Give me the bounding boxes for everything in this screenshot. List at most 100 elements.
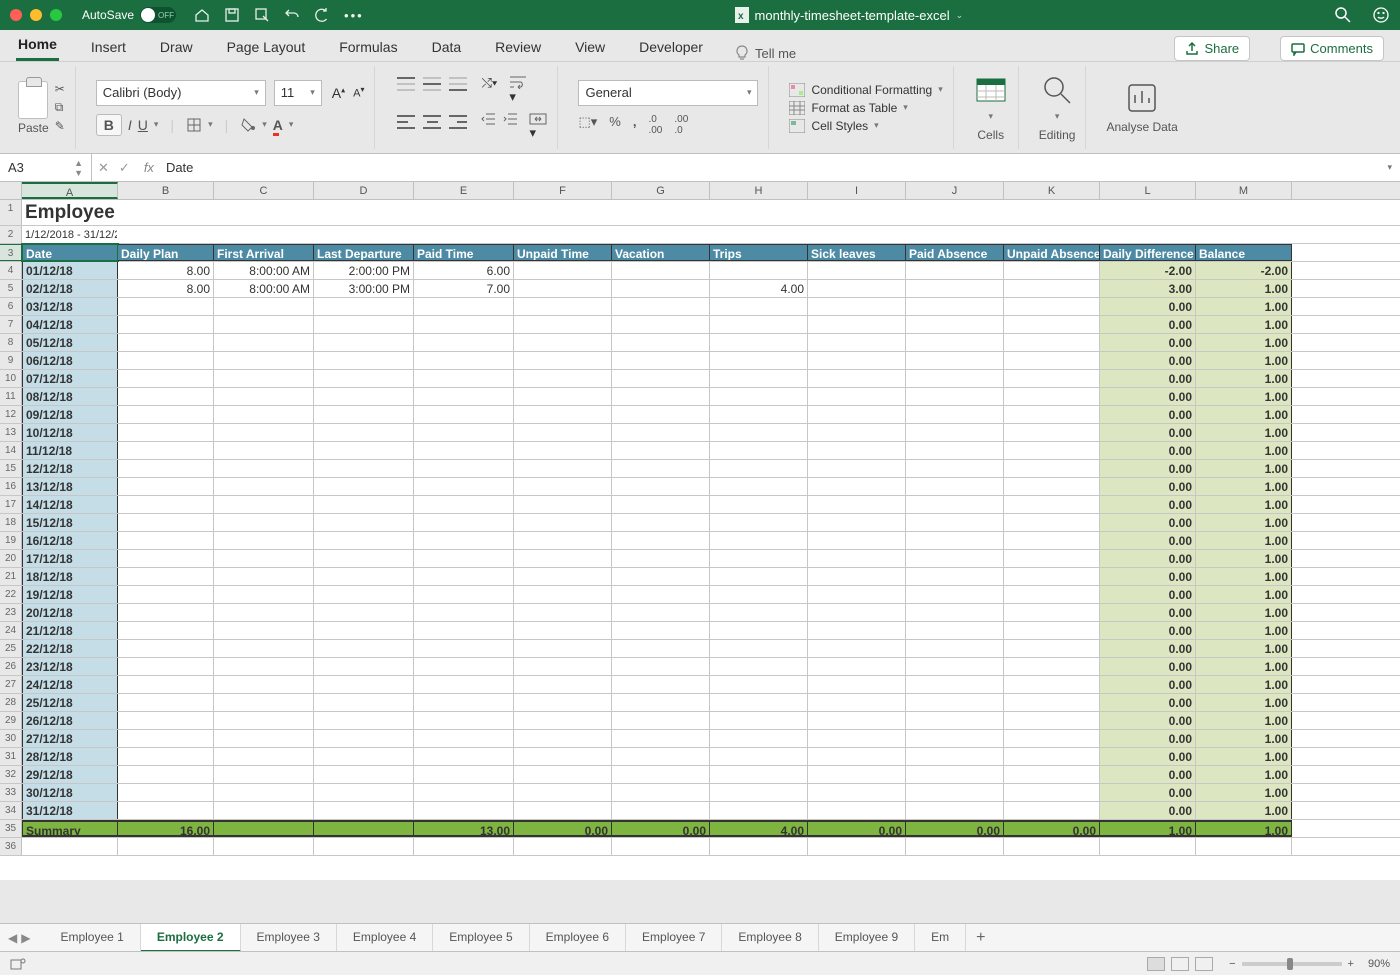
cell[interactable] [214,370,314,387]
cell[interactable] [906,352,1004,369]
cell[interactable] [710,388,808,405]
cell[interactable] [118,514,214,531]
column-header-F[interactable]: F [514,182,612,199]
cell[interactable]: 11/12/18 [22,442,118,459]
cell[interactable] [214,334,314,351]
cell[interactable]: 0.00 [1100,622,1196,639]
cell[interactable] [710,748,808,765]
formula-input[interactable]: Date [162,160,1388,175]
sheet-tab[interactable]: Em [915,924,966,952]
cell[interactable] [514,838,612,855]
cell[interactable] [710,568,808,585]
cell[interactable]: 0.00 [1100,406,1196,423]
cell[interactable] [710,200,808,225]
cell[interactable]: 17/12/18 [22,550,118,567]
cell[interactable] [214,622,314,639]
cell[interactable] [906,802,1004,819]
cell[interactable] [514,586,612,603]
cell[interactable] [118,442,214,459]
accept-formula-icon[interactable]: ✓ [119,160,130,176]
cell[interactable]: 10/12/18 [22,424,118,441]
row-header[interactable]: 20 [0,550,22,567]
cell[interactable] [710,802,808,819]
cell[interactable] [514,532,612,549]
cell[interactable] [314,550,414,567]
cell[interactable]: Summary [22,820,118,837]
column-header-C[interactable]: C [214,182,314,199]
cell[interactable] [808,748,906,765]
cell[interactable]: 0.00 [1100,694,1196,711]
cell[interactable] [906,586,1004,603]
cell[interactable] [514,766,612,783]
cell[interactable] [118,676,214,693]
cell[interactable]: 0.00 [1100,514,1196,531]
cell[interactable]: -2.00 [1196,262,1292,279]
cell[interactable]: 1.00 [1196,730,1292,747]
cell[interactable] [612,604,710,621]
cell[interactable] [414,514,514,531]
cell[interactable] [1004,766,1100,783]
cell[interactable] [1196,200,1292,225]
cell[interactable] [808,622,906,639]
cell[interactable] [118,622,214,639]
cell[interactable] [808,370,906,387]
cell[interactable] [1004,694,1100,711]
cell[interactable] [414,496,514,513]
cell[interactable]: 1.00 [1196,622,1292,639]
cell[interactable]: 1.00 [1196,334,1292,351]
cell[interactable] [214,424,314,441]
cell[interactable] [612,586,710,603]
cell[interactable] [314,802,414,819]
cell[interactable] [514,226,612,243]
cell[interactable] [612,200,710,225]
cell[interactable] [612,784,710,801]
cell[interactable] [710,532,808,549]
cell[interactable] [214,406,314,423]
cell[interactable] [214,586,314,603]
cell[interactable]: Sick leaves [808,244,906,261]
cell[interactable] [314,226,414,243]
cell[interactable] [710,694,808,711]
cell[interactable] [612,298,710,315]
cell[interactable] [214,388,314,405]
cell[interactable] [414,730,514,747]
row-header[interactable]: 28 [0,694,22,711]
cell[interactable]: 1.00 [1196,640,1292,657]
paste-icon[interactable] [18,81,48,119]
cell[interactable] [414,352,514,369]
cell[interactable] [514,730,612,747]
cell[interactable]: 0.00 [1100,370,1196,387]
cell[interactable]: 1.00 [1196,316,1292,333]
row-header[interactable]: 24 [0,622,22,639]
cell[interactable] [214,820,314,837]
cell[interactable]: 21/12/18 [22,622,118,639]
cell[interactable] [906,460,1004,477]
cell[interactable]: 1.00 [1196,586,1292,603]
smiley-icon[interactable] [1372,6,1390,24]
tell-me-search[interactable]: Tell me [735,45,796,61]
cell[interactable] [314,460,414,477]
cell[interactable] [808,478,906,495]
cell[interactable] [414,200,514,225]
cell[interactable] [808,550,906,567]
conditional-formatting-button[interactable]: Conditional Formatting▾ [789,83,942,97]
cancel-formula-icon[interactable]: ✕ [98,160,109,176]
cell[interactable]: 09/12/18 [22,406,118,423]
cell[interactable]: 1.00 [1196,748,1292,765]
cell[interactable] [414,406,514,423]
cell[interactable] [1004,568,1100,585]
cell[interactable] [514,640,612,657]
cell[interactable]: 1.00 [1196,442,1292,459]
cell[interactable] [1004,200,1100,225]
cell[interactable] [808,766,906,783]
cell[interactable]: 1/12/2018 - 31/12/2018 [22,226,118,243]
cell[interactable] [808,424,906,441]
cell[interactable]: Date [22,244,118,261]
cell[interactable]: Daily Plan [118,244,214,261]
wrap-text-icon[interactable]: ▾ [509,75,527,105]
cell[interactable] [612,802,710,819]
cell[interactable]: 1.00 [1196,676,1292,693]
cell[interactable]: Balance [1196,244,1292,261]
cell[interactable] [1100,838,1196,855]
cell[interactable] [1004,604,1100,621]
